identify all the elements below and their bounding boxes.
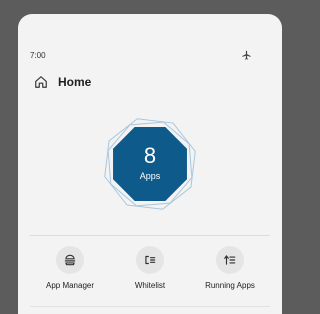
app-manager-label: App Manager — [45, 281, 95, 290]
status-time: 7:00 — [30, 51, 46, 60]
whitelist-label: Whitelist — [134, 281, 166, 290]
app-manager-icon-circle — [56, 246, 84, 274]
airplane-icon — [241, 50, 252, 61]
whitelist-icon-circle — [136, 246, 164, 274]
app-manager-icon — [64, 254, 76, 266]
running-apps-icon-circle — [216, 246, 244, 274]
apps-count-unit: Apps — [139, 171, 161, 181]
home-icon[interactable] — [34, 75, 48, 89]
whitelist-icon — [145, 255, 156, 265]
running-apps-icon — [224, 255, 236, 265]
apps-count-value: 8 — [143, 143, 157, 168]
apps-count-badge[interactable]: 8 Apps — [102, 116, 198, 212]
section-divider — [30, 235, 270, 236]
bottom-divider — [30, 306, 270, 307]
app-manager-button[interactable]: App Manager — [30, 246, 110, 294]
page-title: Home — [58, 75, 92, 89]
running-apps-button[interactable]: Running Apps — [190, 246, 270, 294]
whitelist-button[interactable]: Whitelist — [110, 246, 190, 294]
running-apps-label: Running Apps — [205, 281, 255, 290]
phone-screen: 7:00 Home 8 Apps App Manager Whitelist R… — [18, 14, 282, 314]
status-bar: 7:00 — [18, 48, 282, 64]
app-bar: Home — [18, 72, 282, 94]
